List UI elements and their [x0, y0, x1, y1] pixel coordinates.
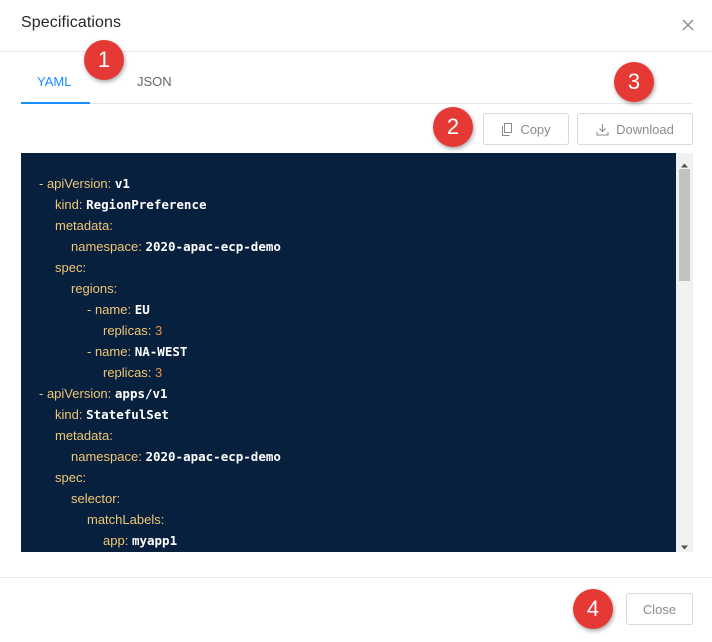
copy-button[interactable]: Copy	[483, 113, 569, 145]
yaml-value: RegionPreference	[86, 197, 207, 212]
yaml-value: EU	[134, 302, 150, 317]
code-line: metadata:	[21, 215, 676, 236]
yaml-key: name	[94, 344, 128, 359]
dialog-title: Specifications	[21, 14, 122, 31]
yaml-key: matchLabels	[87, 512, 161, 527]
yaml-key: replicas	[103, 365, 148, 380]
code-line: spec:	[21, 257, 676, 278]
yaml-key: metadata	[55, 218, 110, 233]
list-dash: -	[39, 176, 47, 191]
code-line: kind: StatefulSet	[21, 404, 676, 425]
yaml-key: kind	[55, 407, 79, 422]
yaml-colon: :	[160, 512, 168, 527]
yaml-key: selector	[71, 491, 117, 506]
list-dash: -	[39, 386, 47, 401]
yaml-colon: :	[127, 302, 135, 317]
list-dash: -	[87, 344, 95, 359]
yaml-key: namespace	[71, 449, 139, 464]
code-line: selector:	[21, 488, 676, 509]
annotation-badge-4: 4	[573, 589, 613, 629]
yaml-value: myapp1	[131, 533, 178, 548]
code-line: metadata:	[21, 425, 676, 446]
code-line: - apiVersion: apps/v1	[21, 383, 676, 404]
annotation-badge-2: 2	[433, 107, 473, 147]
yaml-key: app	[103, 533, 125, 548]
code-line: namespace: 2020-apac-ecp-demo	[21, 236, 676, 257]
yaml-colon: :	[113, 281, 121, 296]
active-tab-indicator	[21, 102, 90, 104]
yaml-key: namespace	[71, 239, 139, 254]
code-lines: - apiVersion: v1 kind: RegionPreference me…	[21, 173, 676, 552]
yaml-key: spec	[55, 470, 83, 485]
yaml-key: kind	[55, 197, 79, 212]
format-tabs: YAML JSON	[21, 64, 693, 104]
annotation-badge-3: 3	[614, 62, 654, 102]
tab-yaml[interactable]: YAML	[37, 74, 71, 89]
yaml-key: apiVersion	[46, 176, 108, 191]
code-line: kind: RegionPreference	[21, 194, 676, 215]
scrollbar-thumb[interactable]	[679, 169, 690, 281]
yaml-colon: :	[147, 365, 156, 380]
code-line: - name: NA-WEST	[21, 341, 676, 362]
yaml-value: apps/v1	[114, 386, 168, 401]
list-dash: -	[87, 302, 95, 317]
annotation-badge-1: 1	[84, 40, 124, 80]
yaml-value: v1	[114, 176, 130, 191]
code-line: matchLabels:	[21, 509, 676, 530]
yaml-key: name	[94, 302, 128, 317]
download-button[interactable]: Download	[577, 113, 693, 145]
copy-icon	[501, 122, 513, 136]
yaml-value: 2020-apac-ecp-demo	[145, 449, 281, 464]
scroll-down-arrow-icon[interactable]	[680, 539, 689, 550]
code-line: replicas: 3	[21, 320, 676, 341]
code-line: replicas: 3	[21, 362, 676, 383]
yaml-value: 3	[155, 365, 163, 380]
yaml-colon: :	[78, 407, 87, 422]
copy-label: Copy	[520, 121, 551, 137]
yaml-colon: :	[82, 470, 90, 485]
yaml-key: apiVersion	[46, 386, 108, 401]
code-line: app: myapp1	[21, 530, 676, 551]
close-icon[interactable]	[679, 16, 697, 34]
download-icon	[596, 123, 609, 136]
code-line: regions:	[21, 278, 676, 299]
code-line: - name: EU	[21, 299, 676, 320]
yaml-value: 3	[155, 323, 163, 338]
close-button[interactable]: Close	[626, 593, 693, 625]
code-line: - apiVersion: v1	[21, 173, 676, 194]
yaml-colon: :	[107, 176, 115, 191]
yaml-value: StatefulSet	[86, 407, 169, 422]
code-line: spec:	[21, 467, 676, 488]
yaml-colon: :	[78, 197, 87, 212]
scroll-up-arrow-icon[interactable]	[680, 157, 689, 168]
yaml-colon: :	[147, 323, 156, 338]
yaml-colon: :	[109, 218, 117, 233]
vertical-scrollbar[interactable]	[676, 153, 693, 552]
code-line: serviceName: myapp1	[21, 551, 676, 552]
yaml-colon: :	[116, 491, 124, 506]
yaml-key: spec	[55, 260, 83, 275]
yaml-colon: :	[127, 344, 135, 359]
tab-json[interactable]: JSON	[137, 74, 172, 89]
yaml-key: replicas	[103, 323, 148, 338]
yaml-key: metadata	[55, 428, 110, 443]
code-line: namespace: 2020-apac-ecp-demo	[21, 446, 676, 467]
yaml-colon: :	[124, 533, 132, 548]
yaml-value: NA-WEST	[134, 344, 188, 359]
yaml-value: 2020-apac-ecp-demo	[145, 239, 281, 254]
yaml-colon: :	[82, 260, 90, 275]
download-label: Download	[616, 121, 674, 137]
yaml-code-viewer[interactable]: - apiVersion: v1 kind: RegionPreference me…	[21, 153, 693, 552]
yaml-colon: :	[107, 386, 115, 401]
yaml-colon: :	[109, 428, 117, 443]
yaml-key: regions	[71, 281, 114, 296]
